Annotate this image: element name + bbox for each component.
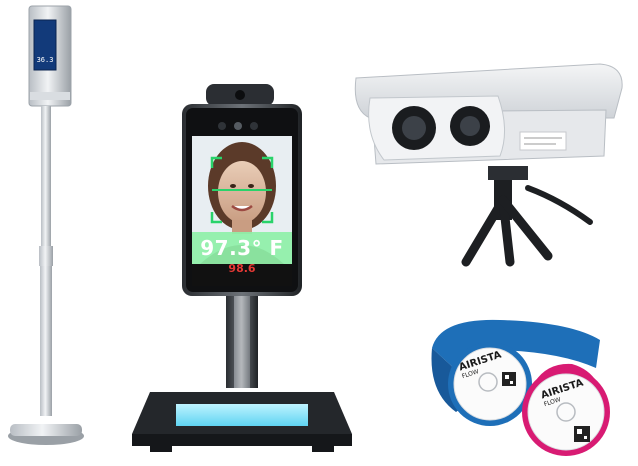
pole-scanner-readout: 36.3 <box>36 56 54 64</box>
kiosk-temperature-readout: 97.3° F <box>200 236 284 260</box>
pole-scanner <box>8 5 84 445</box>
thermal-camera <box>354 63 623 267</box>
face-photo <box>218 161 266 223</box>
kiosk-brand-logo: 98.6 <box>228 262 256 275</box>
base-light <box>176 404 308 426</box>
product-photo-collage: 36.3 97.3° F 98.6 AIRISTA FLOW AIRISTA F… <box>0 0 638 466</box>
